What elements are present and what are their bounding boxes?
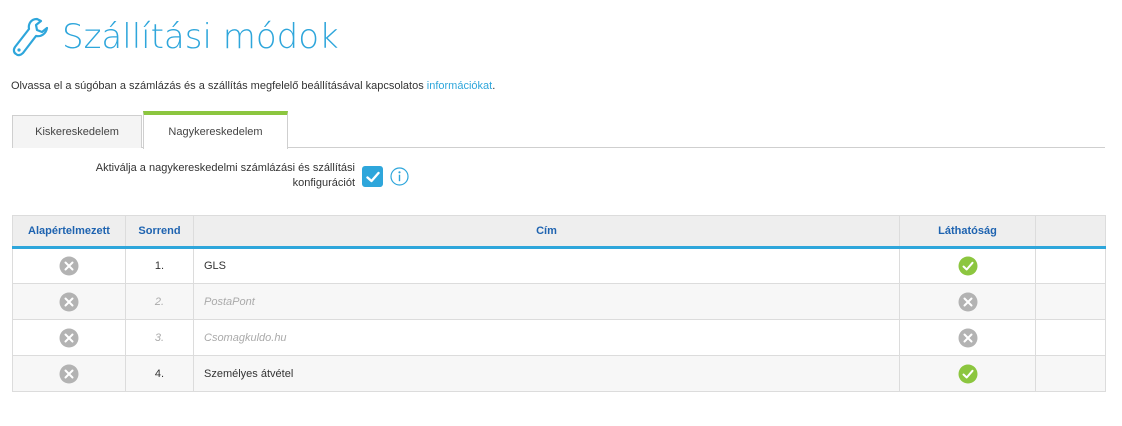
- cell-title[interactable]: GLS: [193, 247, 900, 284]
- cell-default: [12, 247, 126, 284]
- info-icon[interactable]: [390, 167, 409, 186]
- table-row[interactable]: 4. Személyes átvétel: [12, 355, 1106, 392]
- column-header-visibility[interactable]: Láthatóság: [899, 215, 1036, 249]
- page-header: Szállítási módok: [10, 12, 339, 62]
- help-text: Olvassa el a súgóban a számlázás és a sz…: [11, 80, 495, 92]
- cell-actions: [1035, 247, 1106, 284]
- tab-bar: Kiskereskedelem Nagykereskedelem: [12, 111, 1105, 149]
- wholesale-activate-label-line1: Aktiválja a nagykereskedelmi számlázási …: [95, 162, 355, 174]
- checkmark-icon: [365, 171, 380, 182]
- cell-actions: [1035, 319, 1106, 356]
- column-header-title[interactable]: Cím: [193, 215, 900, 249]
- x-circle-icon[interactable]: [59, 256, 79, 276]
- table-row[interactable]: 3. Csomagkuldo.hu: [12, 319, 1106, 356]
- cell-default: [12, 283, 126, 320]
- x-circle-icon[interactable]: [59, 328, 79, 348]
- cell-visibility: [899, 355, 1036, 392]
- cell-visibility: [899, 247, 1036, 284]
- cell-order: 1.: [125, 247, 194, 284]
- column-header-actions: [1035, 215, 1106, 249]
- column-header-order[interactable]: Sorrend: [125, 215, 194, 249]
- help-text-body: Olvassa el a súgóban a számlázás és a sz…: [11, 80, 427, 92]
- cell-actions: [1035, 355, 1106, 392]
- cell-title[interactable]: Személyes átvétel: [193, 355, 900, 392]
- column-header-default[interactable]: Alapértelmezett: [12, 215, 126, 249]
- tab-wholesale[interactable]: Nagykereskedelem: [143, 111, 288, 149]
- wholesale-activate-label-line2: konfigurációt: [292, 177, 355, 189]
- cell-visibility: [899, 283, 1036, 320]
- wholesale-activate-label: Aktiválja a nagykereskedelmi számlázási …: [25, 161, 355, 191]
- x-circle-icon[interactable]: [958, 292, 978, 312]
- cell-order: 3.: [125, 319, 194, 356]
- tab-retail[interactable]: Kiskereskedelem: [12, 115, 142, 148]
- cell-title[interactable]: Csomagkuldo.hu: [193, 319, 900, 356]
- table-header-row: Alapértelmezett Sorrend Cím Láthatóság: [12, 215, 1106, 249]
- check-circle-icon[interactable]: [958, 364, 978, 384]
- wholesale-activate-row: Aktiválja a nagykereskedelmi számlázási …: [12, 160, 1105, 196]
- cell-visibility: [899, 319, 1036, 356]
- shipping-methods-table: Alapértelmezett Sorrend Cím Láthatóság 1…: [12, 215, 1106, 392]
- cell-title[interactable]: PostaPont: [193, 283, 900, 320]
- wrench-icon: [12, 17, 49, 57]
- cell-order: 2.: [125, 283, 194, 320]
- help-info-link[interactable]: információkat: [427, 80, 492, 92]
- cell-default: [12, 319, 126, 356]
- cell-default: [12, 355, 126, 392]
- page-title: Szállítási módok: [62, 17, 339, 57]
- check-circle-icon[interactable]: [958, 256, 978, 276]
- table-row[interactable]: 1. GLS: [12, 247, 1106, 284]
- cell-actions: [1035, 283, 1106, 320]
- table-row[interactable]: 2. PostaPont: [12, 283, 1106, 320]
- x-circle-icon[interactable]: [59, 364, 79, 384]
- x-circle-icon[interactable]: [59, 292, 79, 312]
- cell-order: 4.: [125, 355, 194, 392]
- wholesale-activate-checkbox[interactable]: [362, 166, 383, 187]
- help-text-suffix: .: [492, 80, 496, 92]
- x-circle-icon[interactable]: [958, 328, 978, 348]
